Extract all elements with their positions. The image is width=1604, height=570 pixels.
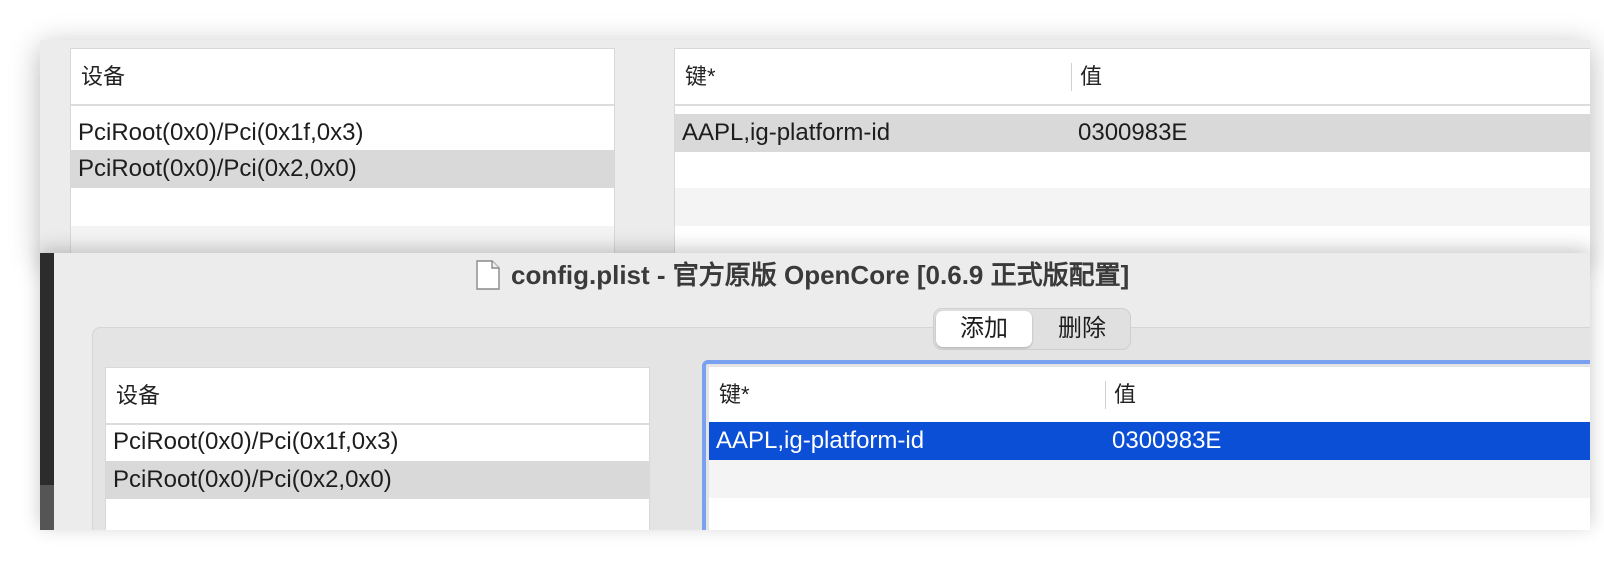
property-row-empty[interactable]: [709, 460, 1590, 498]
device-path: PciRoot(0x0)/Pci(0x1f,0x3): [113, 428, 399, 455]
device-path: PciRoot(0x0)/Pci(0x1f,0x3): [78, 119, 364, 146]
property-value: 0300983E: [1078, 119, 1188, 146]
property-row-empty[interactable]: [675, 150, 1590, 188]
property-row-empty[interactable]: [675, 226, 1590, 255]
add-delete-segmented-control: 添加 删除: [933, 308, 1131, 350]
device-row-empty[interactable]: [71, 188, 614, 226]
property-row-selected[interactable]: AAPL,ig-platform-id 0300983E: [709, 422, 1590, 460]
property-row-selected[interactable]: AAPL,ig-platform-id 0300983E: [675, 114, 1590, 152]
front-window: config.plist - 官方原版 OpenCore [0.6.9 正式版配…: [40, 253, 1590, 530]
device-row-empty[interactable]: [106, 499, 649, 530]
property-table: 键* 值 AAPL,ig-platform-id 0300983E: [709, 367, 1590, 530]
document-icon: [476, 260, 500, 290]
device-row-selected[interactable]: PciRoot(0x0)/Pci(0x2,0x0): [71, 150, 614, 188]
key-column-header[interactable]: 键*: [685, 64, 716, 89]
device-table-back: 设备 PciRoot(0x0)/Pci(0x1f,0x3) PciRoot(0x…: [70, 48, 615, 255]
device-column-header[interactable]: 设备: [106, 368, 649, 425]
property-key: AAPL,ig-platform-id: [716, 427, 925, 454]
back-window: 设备 PciRoot(0x0)/Pci(0x1f,0x3) PciRoot(0x…: [40, 40, 1590, 255]
resize-grip[interactable]: [40, 485, 54, 530]
key-column-header[interactable]: 键*: [719, 382, 750, 407]
device-table: 设备 PciRoot(0x0)/Pci(0x1f,0x3) PciRoot(0x…: [105, 367, 650, 530]
add-segment-button[interactable]: 添加: [936, 311, 1032, 347]
property-value: 0300983E: [1112, 427, 1222, 454]
device-row[interactable]: PciRoot(0x0)/Pci(0x1f,0x3): [106, 423, 649, 461]
property-key: AAPL,ig-platform-id: [682, 119, 891, 146]
property-row-empty[interactable]: [709, 498, 1590, 530]
device-row[interactable]: PciRoot(0x0)/Pci(0x1f,0x3): [71, 114, 614, 152]
value-column-header[interactable]: 值: [1105, 381, 1136, 409]
value-column-header[interactable]: 值: [1071, 63, 1102, 91]
property-table-back: 键* 值 AAPL,ig-platform-id 0300983E: [674, 48, 1590, 255]
window-title: config.plist - 官方原版 OpenCore [0.6.9 正式版配…: [511, 260, 1130, 290]
delete-segment-button[interactable]: 删除: [1034, 311, 1130, 347]
property-table-header: 键* 值: [709, 367, 1590, 424]
device-path: PciRoot(0x0)/Pci(0x2,0x0): [113, 466, 392, 493]
property-row-empty[interactable]: [675, 188, 1590, 226]
property-table-header: 键* 值: [675, 49, 1590, 106]
window-edge-rail: [40, 253, 54, 530]
title-bar[interactable]: config.plist - 官方原版 OpenCore [0.6.9 正式版配…: [54, 253, 1590, 298]
device-column-header[interactable]: 设备: [71, 49, 614, 106]
device-row-empty[interactable]: [71, 226, 614, 255]
device-row-selected[interactable]: PciRoot(0x0)/Pci(0x2,0x0): [106, 461, 649, 499]
device-path: PciRoot(0x0)/Pci(0x2,0x0): [78, 155, 357, 182]
